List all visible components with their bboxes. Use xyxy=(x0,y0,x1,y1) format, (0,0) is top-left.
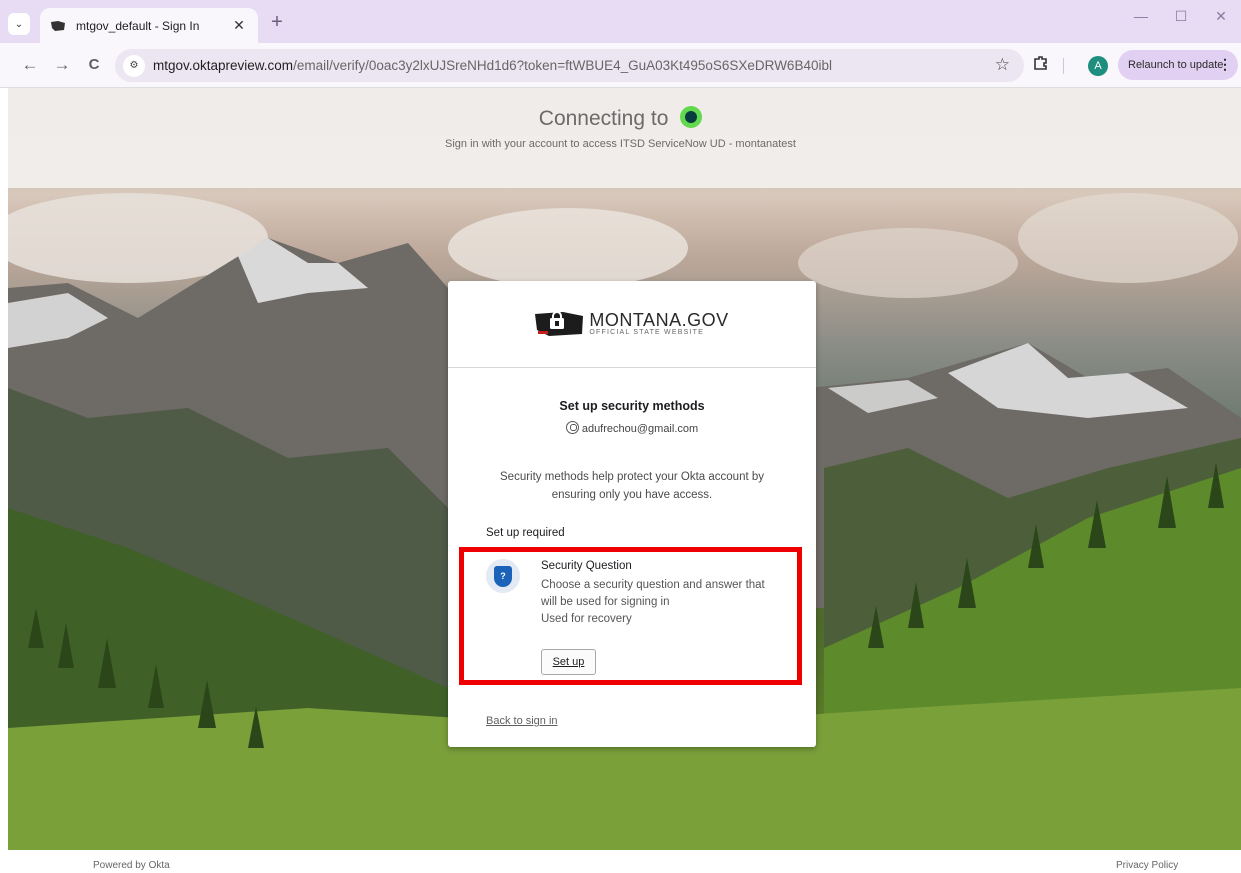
page-content: Connecting to Sign in with your account … xyxy=(0,88,1241,873)
url-domain: mtgov.oktapreview.com xyxy=(153,58,294,73)
connecting-label: Connecting to xyxy=(538,107,669,130)
montana-state-lock-icon xyxy=(535,310,585,338)
site-info-icon[interactable]: ⚙ xyxy=(123,54,145,77)
bookmark-star-icon[interactable]: ☆ xyxy=(995,55,1010,75)
profile-avatar[interactable]: A xyxy=(1088,56,1108,76)
red-highlight-box xyxy=(459,547,802,685)
browser-toolbar: ← → C ⚙ mtgov.oktapreview.com/email/veri… xyxy=(0,43,1241,88)
tab-search-icon[interactable]: ⌄ xyxy=(8,13,30,35)
card-heading: Set up security methods xyxy=(559,399,705,413)
relaunch-button[interactable]: Relaunch to update ⋮ xyxy=(1118,50,1238,80)
user-email: adufrechou@gmail.com xyxy=(581,423,699,435)
forward-arrow-icon[interactable]: → xyxy=(52,55,72,75)
browser-menu-icon[interactable]: ⋮ xyxy=(1218,56,1232,73)
extensions-puzzle-icon[interactable] xyxy=(1033,55,1049,76)
setup-required-label: Set up required xyxy=(486,527,565,539)
close-window-icon[interactable]: ✕ xyxy=(1201,8,1241,25)
toolbar-divider xyxy=(1063,58,1064,74)
url-path: /email/verify/0oac3y2lxUJSreNHd1d6?token… xyxy=(293,58,832,73)
minimize-icon[interactable]: — xyxy=(1121,8,1161,25)
browser-tab-bar: ⌄ mtgov_default - Sign In ✕ + — ☐ ✕ xyxy=(0,0,1241,43)
montana-gov-logo: MONTANA.GOV OFFICIAL STATE WEBSITE xyxy=(448,281,816,368)
okta-app-logo-icon xyxy=(680,106,703,128)
relaunch-label: Relaunch to update xyxy=(1128,59,1224,71)
tab-close-icon[interactable]: ✕ xyxy=(230,17,248,34)
back-arrow-icon[interactable]: ← xyxy=(20,55,40,75)
privacy-policy-link[interactable]: Privacy Policy xyxy=(1116,860,1178,871)
reload-icon[interactable]: C xyxy=(84,55,104,75)
user-icon xyxy=(565,421,579,434)
browser-tab[interactable]: mtgov_default - Sign In ✕ xyxy=(40,8,258,43)
back-to-sign-in-link[interactable]: Back to sign in xyxy=(486,715,558,727)
card-description: Security methods help protect your Okta … xyxy=(500,471,764,501)
montana-favicon-icon xyxy=(50,19,68,33)
new-tab-button[interactable]: + xyxy=(266,12,288,34)
user-identifier: adufrechou@gmail.com xyxy=(448,421,816,435)
connecting-title: Connecting to xyxy=(0,106,1241,131)
window-controls: — ☐ ✕ xyxy=(1121,8,1241,25)
url-text: mtgov.oktapreview.com/email/verify/0oac3… xyxy=(153,58,832,73)
connecting-subtitle: Sign in with your account to access ITSD… xyxy=(445,138,796,150)
address-bar[interactable]: ⚙ mtgov.oktapreview.com/email/verify/0oa… xyxy=(115,49,1024,82)
logo-text: MONTANA.GOV xyxy=(589,310,729,330)
tab-title: mtgov_default - Sign In xyxy=(76,18,200,33)
logo-subtext: OFFICIAL STATE WEBSITE xyxy=(589,329,704,336)
maximize-icon[interactable]: ☐ xyxy=(1161,8,1201,25)
powered-by-okta[interactable]: Powered by Okta xyxy=(93,860,170,871)
